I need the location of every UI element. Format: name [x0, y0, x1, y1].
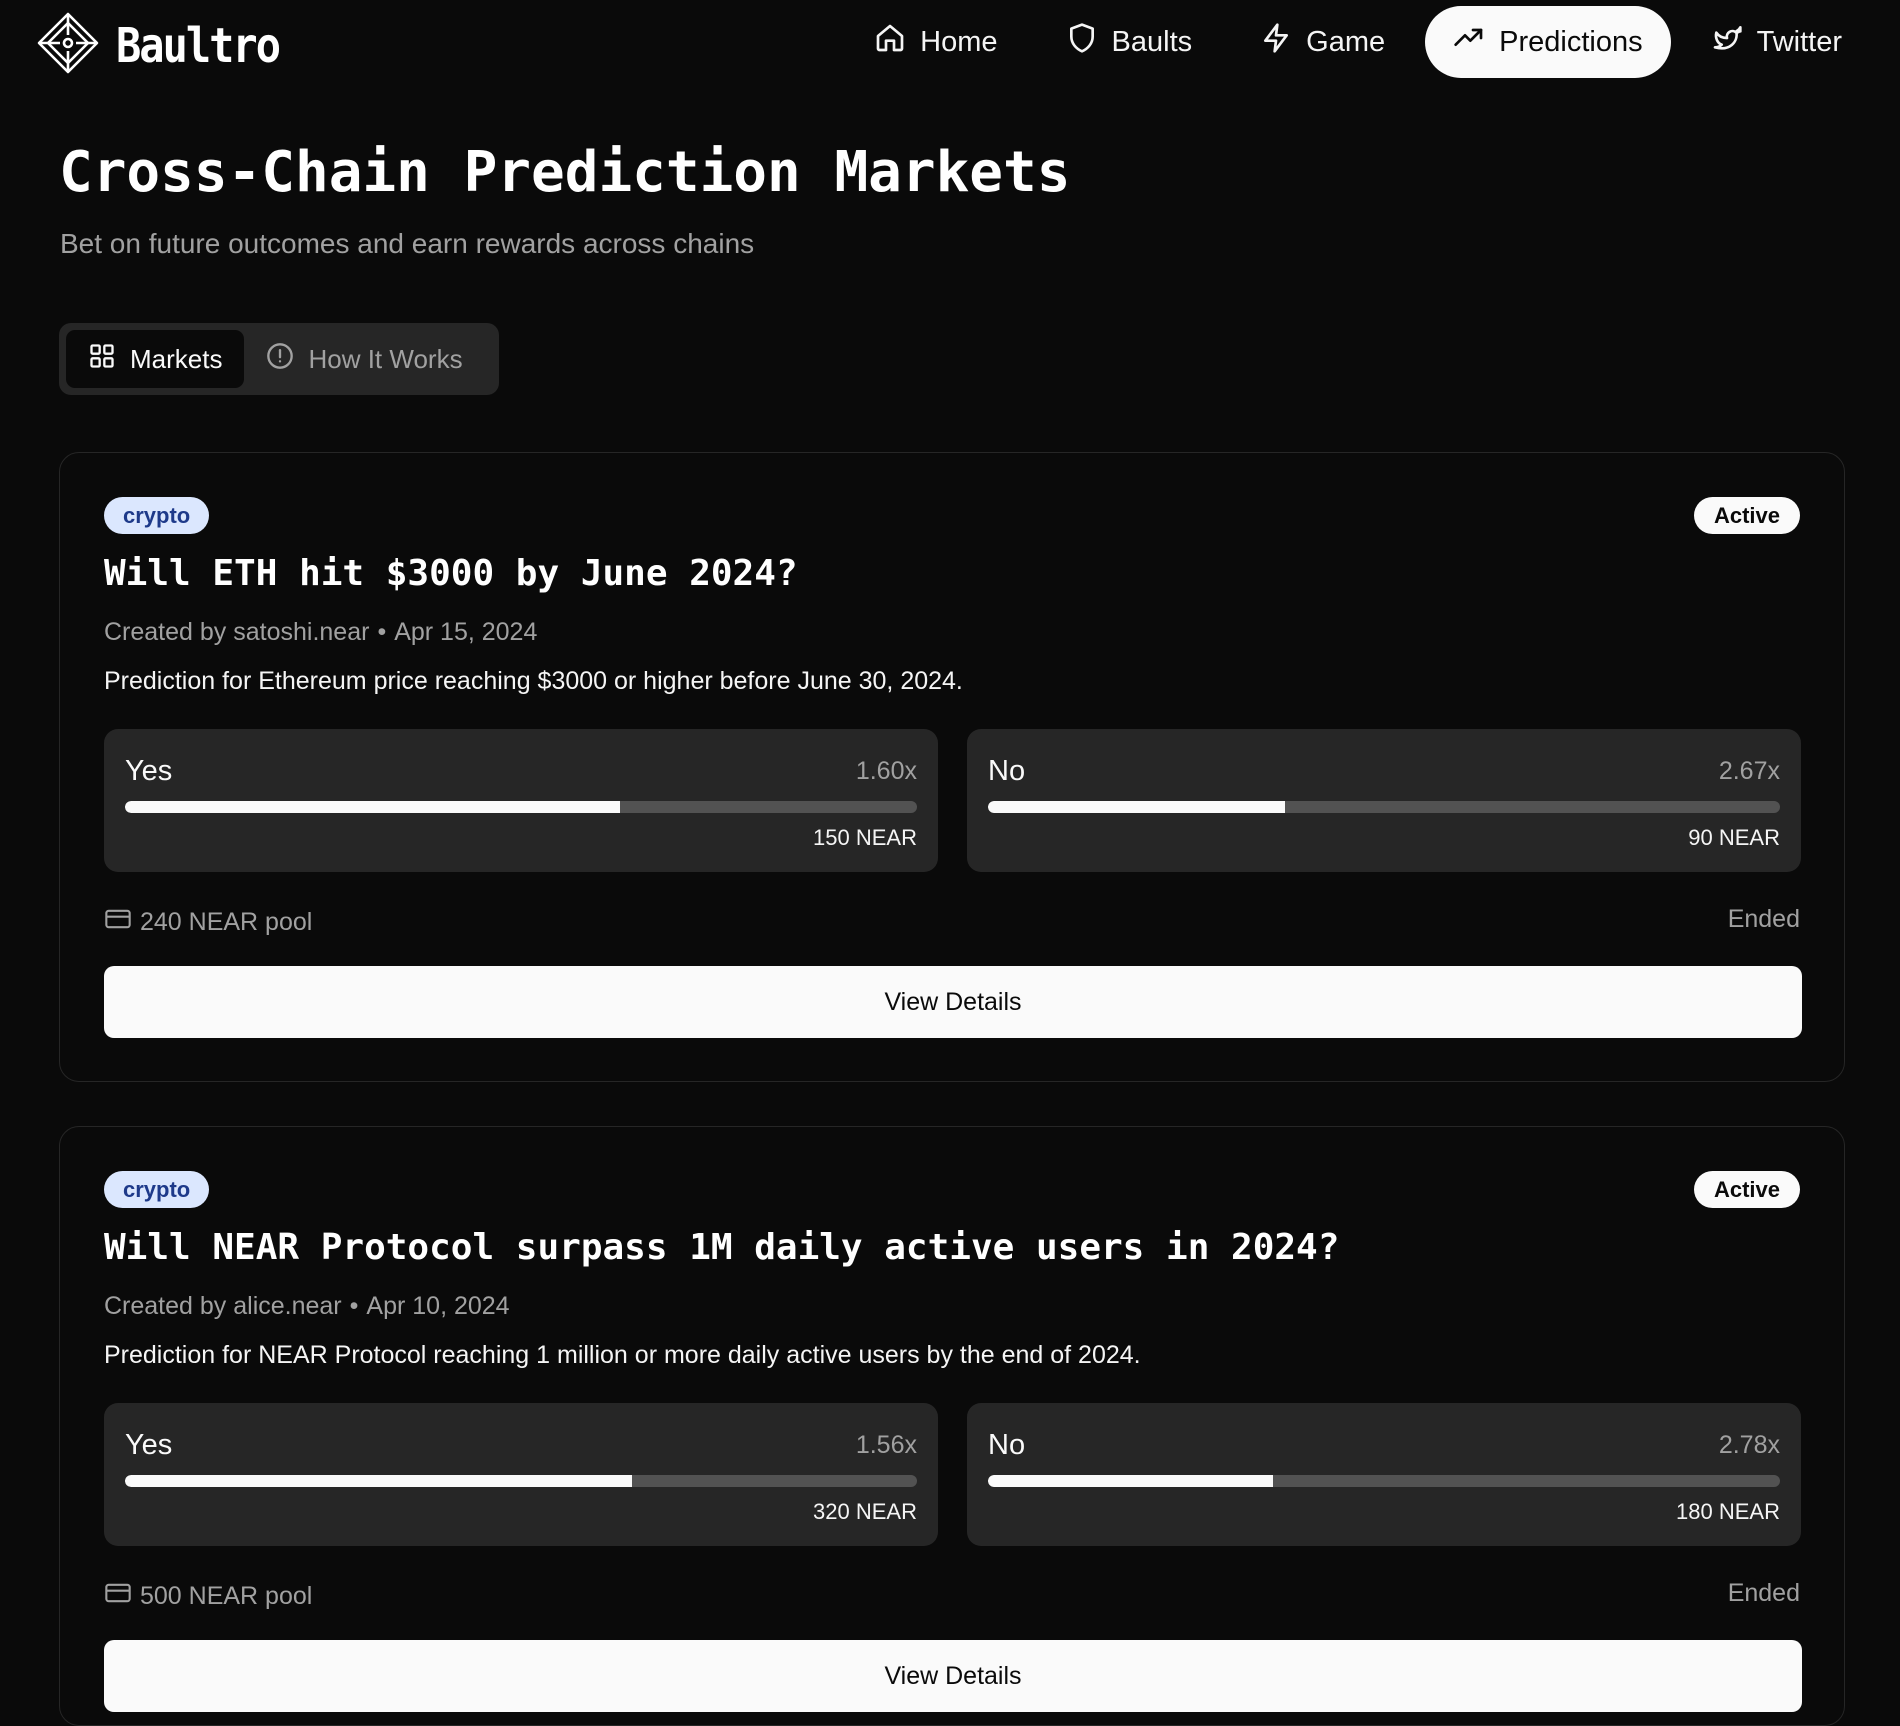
page-title: Cross-Chain Prediction Markets — [59, 140, 1071, 205]
nav-item-label: Baults — [1111, 25, 1193, 58]
market-title[interactable]: Will ETH hit $3000 by June 2024? — [104, 553, 798, 594]
tab-label: Markets — [130, 343, 223, 374]
outcome-label: Yes — [125, 755, 173, 787]
market-meta: Created by alice.near • Apr 10, 2024 — [104, 1292, 510, 1321]
trending-up-icon — [1453, 22, 1499, 62]
outcome-progress-bar — [988, 801, 1780, 813]
end-status: Ended — [1727, 1579, 1800, 1607]
outcome-progress-fill — [988, 801, 1285, 813]
nav-item-label: Game — [1306, 25, 1386, 58]
market-card: crypto Active Will NEAR Protocol surpass… — [59, 1126, 1845, 1726]
view-tabs: Markets How It Works — [59, 323, 499, 395]
brand-name: Baultro — [116, 17, 281, 74]
pool-amount: 240 NEAR pool — [140, 908, 313, 936]
pool-info: 500 NEAR pool — [104, 1579, 312, 1614]
wallet-icon — [104, 905, 140, 940]
market-description: Prediction for Ethereum price reaching $… — [104, 667, 963, 695]
outcome-label: Yes — [125, 1429, 173, 1461]
market-description: Prediction for NEAR Protocol reaching 1 … — [104, 1341, 1141, 1369]
outcome-no[interactable]: No 2.67x 90 NEAR — [967, 729, 1801, 872]
nav-item-home[interactable]: Home — [846, 6, 1025, 78]
outcome-amount: 90 NEAR — [1688, 825, 1780, 850]
grid-icon — [88, 342, 130, 377]
created-date: Apr 15, 2024 — [394, 618, 538, 646]
tab-label: How It Works — [308, 343, 463, 374]
top-navigation: Baultro Home Baults Game Predictions Twi… — [0, 0, 1900, 84]
created-by: Created by alice.near — [104, 1292, 342, 1320]
outcome-label: No — [988, 755, 1026, 787]
info-circle-icon — [266, 342, 308, 377]
created-date: Apr 10, 2024 — [366, 1292, 510, 1320]
twitter-icon — [1711, 22, 1757, 62]
outcome-odds: 2.67x — [1718, 757, 1780, 785]
nav-item-label: Twitter — [1756, 25, 1842, 58]
outcome-amount: 320 NEAR — [813, 1499, 917, 1524]
status-badge: Active — [1693, 497, 1800, 534]
view-details-button[interactable]: View Details — [104, 1640, 1802, 1712]
tab-how-it-works[interactable]: How It Works — [244, 330, 484, 388]
outcome-yes[interactable]: Yes 1.56x 320 NEAR — [104, 1403, 938, 1546]
wallet-icon — [104, 1579, 140, 1614]
shield-icon — [1066, 22, 1112, 62]
outcome-progress-bar — [125, 1475, 917, 1487]
meta-separator: • — [349, 1292, 359, 1320]
outcome-progress-fill — [125, 1475, 632, 1487]
outcome-amount: 150 NEAR — [813, 825, 917, 850]
pool-info: 240 NEAR pool — [104, 905, 312, 940]
outcome-odds: 2.78x — [1718, 1431, 1780, 1459]
view-details-button[interactable]: View Details — [104, 966, 1802, 1038]
status-badge: Active — [1693, 1171, 1800, 1208]
market-card: crypto Active Will ETH hit $3000 by June… — [59, 452, 1845, 1082]
nav-item-game[interactable]: Game — [1232, 6, 1413, 78]
page-subtitle: Bet on future outcomes and earn rewards … — [60, 228, 755, 259]
brand[interactable]: Baultro — [36, 11, 281, 80]
nav-links: Home Baults Game Predictions Twitter — [846, 6, 1870, 78]
nav-item-label: Home — [920, 25, 998, 58]
home-icon — [874, 22, 920, 62]
pool-amount: 500 NEAR pool — [140, 1582, 313, 1610]
outcome-yes[interactable]: Yes 1.60x 150 NEAR — [104, 729, 938, 872]
outcome-progress-bar — [125, 801, 917, 813]
meta-separator: • — [377, 618, 387, 646]
market-title[interactable]: Will NEAR Protocol surpass 1M daily acti… — [104, 1227, 1339, 1268]
nav-item-label: Predictions — [1499, 25, 1643, 58]
outcome-no[interactable]: No 2.78x 180 NEAR — [967, 1403, 1801, 1546]
outcome-amount: 180 NEAR — [1676, 1499, 1780, 1524]
outcome-odds: 1.56x — [855, 1431, 917, 1459]
diamond-logo-icon — [36, 11, 100, 80]
outcome-label: No — [988, 1429, 1026, 1461]
nav-item-predictions[interactable]: Predictions — [1425, 6, 1671, 78]
market-meta: Created by satoshi.near • Apr 15, 2024 — [104, 618, 537, 647]
nav-item-twitter[interactable]: Twitter — [1683, 6, 1870, 78]
end-status: Ended — [1727, 905, 1800, 933]
tab-markets[interactable]: Markets — [66, 330, 245, 388]
created-by: Created by satoshi.near — [104, 618, 370, 646]
lightning-icon — [1260, 22, 1306, 62]
outcome-progress-fill — [125, 801, 620, 813]
outcome-progress-fill — [988, 1475, 1274, 1487]
outcome-progress-bar — [988, 1475, 1780, 1487]
category-badge: crypto — [104, 1171, 210, 1208]
outcome-odds: 1.60x — [855, 757, 917, 785]
category-badge: crypto — [104, 497, 210, 534]
nav-item-baults[interactable]: Baults — [1038, 6, 1221, 78]
